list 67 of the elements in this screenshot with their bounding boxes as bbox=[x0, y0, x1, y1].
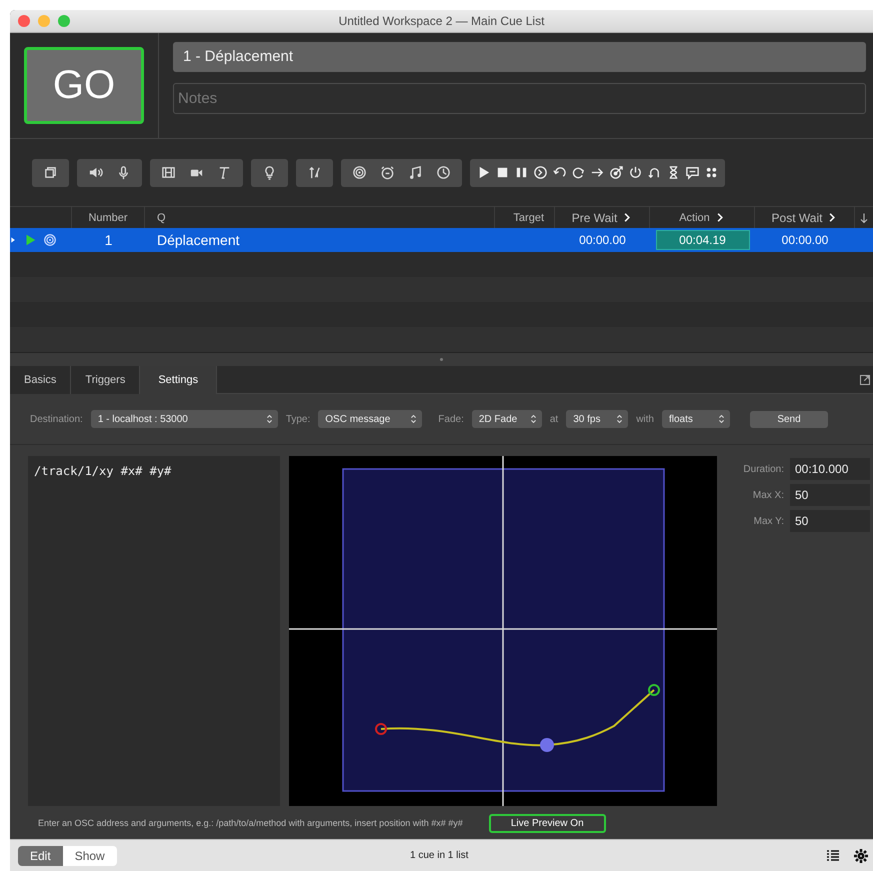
table-cell-text: 00:00.00 bbox=[578, 232, 627, 249]
alarm-clock-icon[interactable] bbox=[380, 165, 395, 180]
dropdown[interactable]: 1 - localhost : 53000 bbox=[90, 410, 278, 428]
dropdown[interactable]: floats bbox=[662, 410, 730, 428]
chevron-icon[interactable] bbox=[714, 212, 725, 223]
table-cell[interactable]: 00:04.19 bbox=[656, 230, 750, 250]
go-button[interactable]: GO bbox=[24, 47, 144, 124]
list-icon[interactable] bbox=[825, 848, 841, 864]
stepper-icon bbox=[716, 413, 727, 425]
chevron-icon[interactable] bbox=[622, 212, 632, 223]
arch-arrow-icon[interactable] bbox=[647, 165, 662, 180]
stack-icon[interactable] bbox=[43, 165, 58, 180]
field-label: Fade: bbox=[438, 414, 464, 424]
input-field[interactable]: 50 bbox=[790, 510, 870, 532]
dropdown[interactable]: 30 fps bbox=[566, 410, 628, 428]
field-label: Duration: bbox=[742, 464, 784, 474]
message-field[interactable]: /track/1/xy #x# #y# bbox=[28, 456, 280, 806]
expand-icon[interactable] bbox=[859, 374, 871, 386]
column-header[interactable]: Post Wait bbox=[772, 210, 822, 224]
pause-icon[interactable] bbox=[514, 165, 529, 180]
fade-path-drawing[interactable] bbox=[289, 456, 717, 806]
mode-button[interactable]: Show bbox=[62, 846, 117, 866]
send-button[interactable]: Send bbox=[750, 410, 828, 428]
column-header[interactable]: Pre Wait bbox=[572, 210, 618, 224]
dropdown[interactable]: 2D Fade bbox=[472, 410, 542, 428]
settings-icon[interactable] bbox=[853, 848, 869, 864]
chevron-icon[interactable] bbox=[827, 212, 838, 223]
music-note-icon[interactable] bbox=[408, 165, 423, 180]
speech-bubble-icon[interactable] bbox=[685, 165, 700, 180]
text-icon[interactable] bbox=[217, 165, 232, 180]
sort-arrows-icon[interactable] bbox=[858, 212, 870, 224]
notes-field[interactable]: Notes bbox=[173, 83, 866, 114]
window-title: Untitled Workspace 2 — Main Cue List bbox=[338, 14, 544, 28]
table-row[interactable]: 1 Déplacement 00:00.00 00:04.19 00:00.00 bbox=[10, 228, 873, 252]
input-field[interactable]: 00:10.000 bbox=[790, 458, 870, 480]
table-cell-text: 1 bbox=[104, 231, 114, 250]
split-handle[interactable] bbox=[440, 358, 443, 361]
status-text: 1 cue in 1 list bbox=[410, 850, 468, 861]
input-field[interactable]: 50 bbox=[790, 484, 870, 506]
cue-name-field[interactable]: 1 - Déplacement bbox=[173, 42, 866, 72]
field-label: at bbox=[550, 414, 558, 424]
clock-icon[interactable] bbox=[436, 165, 451, 180]
film-icon[interactable] bbox=[161, 165, 176, 180]
field-label: with bbox=[636, 414, 654, 424]
field-label: Max Y: bbox=[752, 516, 784, 526]
live-preview-button[interactable]: Live Preview On bbox=[488, 814, 606, 832]
light-bulb-icon[interactable] bbox=[262, 165, 277, 180]
column-header[interactable]: Action bbox=[679, 212, 710, 224]
target-icon[interactable] bbox=[352, 165, 367, 180]
field-label: Type: bbox=[286, 414, 310, 424]
redo-icon[interactable] bbox=[571, 165, 586, 180]
hint-text: Enter an OSC address and arguments, e.g.: /path/to/a/method with arguments, insert position with #x# #y# bbox=[38, 818, 463, 828]
close-button[interactable] bbox=[18, 15, 30, 27]
grid-dots-icon[interactable] bbox=[704, 165, 719, 180]
fade-arrows-icon[interactable] bbox=[307, 165, 322, 180]
microphone-icon[interactable] bbox=[116, 165, 131, 180]
field-label: Destination: bbox=[30, 414, 83, 424]
target-icon bbox=[43, 233, 57, 247]
power-icon[interactable] bbox=[628, 165, 643, 180]
tab[interactable]: Settings bbox=[140, 366, 218, 394]
speaker-icon[interactable] bbox=[88, 165, 103, 180]
field-label: Max X: bbox=[752, 490, 784, 500]
mode-button[interactable]: Edit bbox=[18, 846, 63, 866]
stop-icon[interactable] bbox=[495, 165, 510, 180]
dropdown[interactable]: OSC message bbox=[318, 410, 422, 428]
table-cell-text: Déplacement bbox=[156, 231, 240, 250]
table-cell-text: 00:00.00 bbox=[780, 232, 830, 249]
